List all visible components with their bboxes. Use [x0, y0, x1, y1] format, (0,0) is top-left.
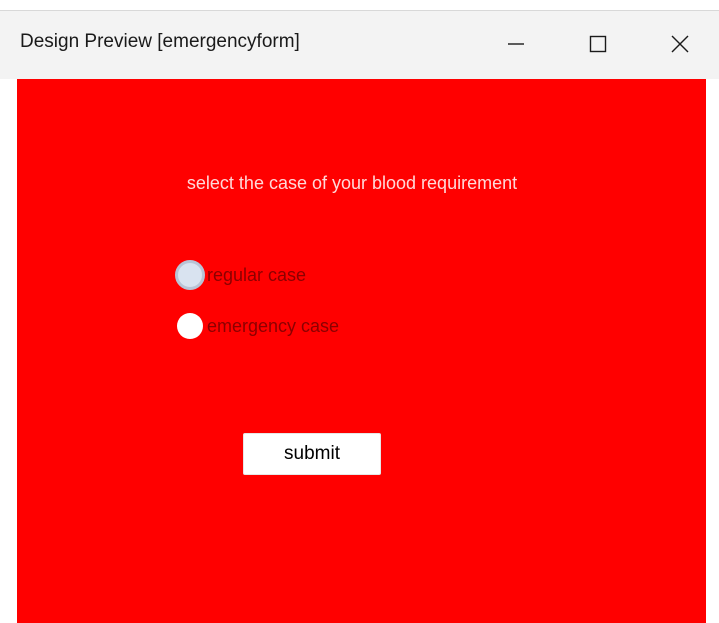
- close-icon: [671, 35, 689, 53]
- minimize-icon: [508, 43, 524, 45]
- maximize-icon: [589, 35, 607, 53]
- close-button[interactable]: [650, 19, 710, 69]
- radio-emergency-case[interactable]: emergency case: [177, 313, 339, 339]
- minimize-button[interactable]: [486, 19, 546, 69]
- title-bar: Design Preview [emergencyform]: [0, 10, 719, 79]
- form-panel: select the case of your blood requiremen…: [17, 79, 706, 623]
- radio-button-emergency[interactable]: [177, 313, 203, 339]
- radio-regular-case[interactable]: regular case: [175, 260, 307, 290]
- radio-button-regular[interactable]: [175, 260, 205, 290]
- radio-label-emergency: emergency case: [207, 315, 340, 336]
- window-title: Design Preview [emergencyform]: [20, 31, 300, 52]
- form-heading: select the case of your blood requiremen…: [186, 173, 518, 193]
- maximize-button[interactable]: [568, 19, 628, 69]
- app-window: Design Preview [emergencyform] select th…: [0, 0, 719, 623]
- submit-button[interactable]: submit: [243, 433, 381, 475]
- radio-label-regular: regular case: [207, 264, 307, 285]
